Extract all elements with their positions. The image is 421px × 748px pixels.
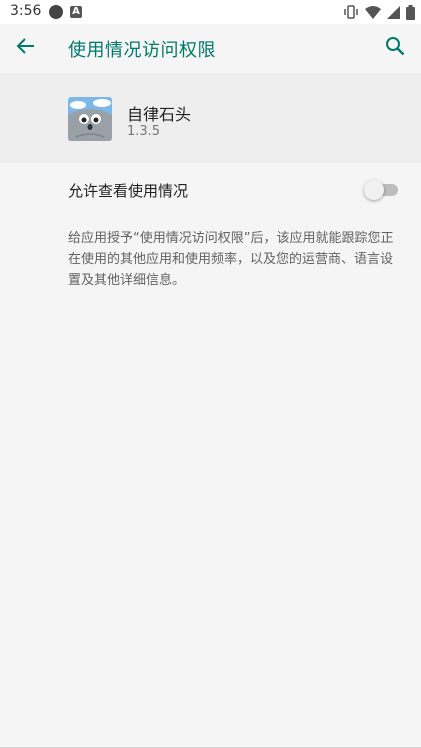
- permission-description: 给应用授予“使用情况访问权限”后，该应用就能跟踪您正在使用的其他应用和使用频率，…: [68, 231, 394, 288]
- status-bar: 3:56 A: [0, 0, 421, 24]
- usage-access-row[interactable]: 允许查看使用情况: [0, 163, 421, 219]
- search-icon: [385, 36, 405, 60]
- wifi-icon: [365, 5, 381, 19]
- status-icons: [343, 4, 415, 20]
- arrow-back-icon: [16, 36, 36, 60]
- app-name: 自律石头: [127, 105, 192, 124]
- back-button[interactable]: [10, 34, 42, 62]
- app-icon: [68, 97, 112, 141]
- app-version: 1.3.5: [127, 124, 161, 139]
- signal-icon: [387, 5, 400, 19]
- toggle-thumb: [364, 180, 384, 200]
- battery-icon: [406, 4, 415, 20]
- notification-dot-icon: [49, 5, 63, 19]
- vibrate-icon: [343, 5, 359, 19]
- usage-access-toggle[interactable]: [364, 180, 398, 200]
- search-button[interactable]: [381, 34, 409, 62]
- page-title: 使用情况访问权限: [68, 40, 216, 61]
- status-time: 3:56: [10, 3, 42, 19]
- usage-access-label: 允许查看使用情况: [68, 182, 189, 200]
- app-header: 自律石头 1.3.5: [0, 73, 421, 163]
- app-bar: 使用情况访问权限: [0, 24, 421, 73]
- notification-letter-icon: A: [70, 6, 82, 18]
